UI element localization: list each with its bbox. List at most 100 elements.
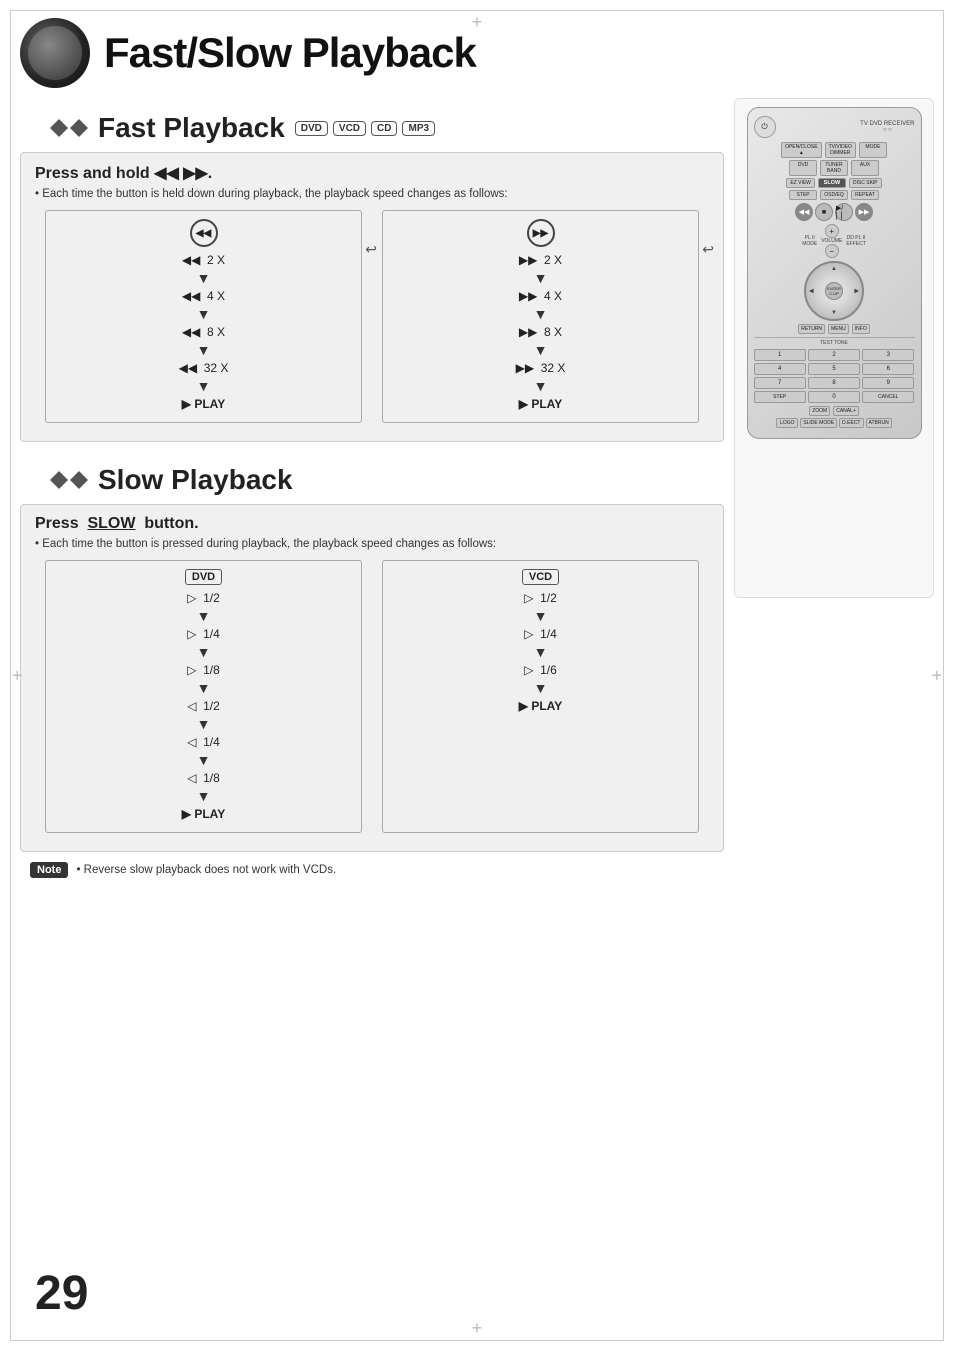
remote-btn-9[interactable]: 9: [862, 377, 914, 389]
fast-playback-section-header: Fast Playback DVD VCD CD MP3: [20, 104, 724, 152]
remote-ez-view-btn[interactable]: EZ VIEW: [786, 178, 815, 188]
remote-slow-btn[interactable]: SLOW: [818, 178, 846, 188]
dvd-badge: DVD: [185, 569, 222, 585]
slow-dvd-step-3: ▷ 1/8: [54, 663, 353, 677]
remote-disc-skip-btn[interactable]: DISC SKIP: [849, 178, 882, 188]
remote-tv-video-btn[interactable]: TV/VIDEODIMMER: [825, 142, 856, 158]
crosshair-right: +: [931, 665, 942, 686]
slow-vcd-col: VCD ▷ 1/2 ▼ ▷ 1/4 ▼ ▷ 1/6 ▼ ▶ PLAY: [382, 560, 699, 833]
remote-open-close-btn[interactable]: OPEN/CLOSE▲: [781, 142, 822, 158]
rewind-arrow-4: ▼: [54, 378, 353, 394]
remote-vol-down-btn[interactable]: −: [825, 244, 839, 258]
forward-arrow-1: ▼: [391, 270, 690, 286]
forward-step-2: ▶▶ 4 X: [391, 289, 690, 303]
slow-playback-diagram: DVD ▷ 1/2 ▼ ▷ 1/4 ▼ ▷ 1/8 ▼ ◁ 1/2 ▼ ◁ 1/…: [35, 552, 709, 841]
remote-stop-btn[interactable]: ■: [815, 203, 833, 221]
slow-dvd-step-5: ◁ 1/4: [54, 735, 353, 749]
slow-playback-icon: [50, 471, 88, 489]
slow-playback-section-header: Slow Playback: [20, 456, 724, 504]
remote-btn-2[interactable]: 2: [808, 349, 860, 361]
remote-btn-6[interactable]: 6: [862, 363, 914, 375]
remote-mode-btn[interactable]: MODE: [859, 142, 887, 158]
slow-vcd-step-1: ▷ 1/2: [391, 591, 690, 605]
remote-logo-btn[interactable]: LOGO: [776, 418, 798, 428]
remote-step-btn[interactable]: STEP: [789, 190, 817, 200]
remote-vol-up-btn[interactable]: +: [825, 224, 839, 238]
rewind-diagram-col: ◀◀ ◀◀ 2 X ▼ ◀◀ 4 X ▼ ◀◀ 8 X ▼ ◀◀ 32 X ▼ …: [45, 210, 362, 423]
remote-atbrun-btn[interactable]: ATBRUN: [866, 418, 892, 428]
crosshair-left: +: [12, 665, 23, 686]
remote-volume-label: PL IIMODE: [802, 235, 817, 247]
remote-rewind-btn[interactable]: ◀◀: [795, 203, 813, 221]
remote-tuner-btn[interactable]: TUNERBAND: [820, 160, 848, 176]
forward-arrow-4: ▼: [391, 378, 690, 394]
remote-circle-nav[interactable]: ▲ ▼ ◀ ▶ ENTERC.UP: [804, 261, 864, 321]
slow-playback-instruction-box: Press SLOW button. • Each time the butto…: [20, 504, 724, 852]
forward-diagram-col: ▶▶ ▶▶ 2 X ▼ ▶▶ 4 X ▼ ▶▶ 8 X ▼ ▶▶ 32 X ▼ …: [382, 210, 699, 423]
fast-instruction-sub: • Each time the button is held down duri…: [35, 188, 709, 200]
remote-btn-8[interactable]: 8: [808, 377, 860, 389]
remote-canal-btn[interactable]: CANAL+: [833, 406, 859, 416]
remote-info-btn[interactable]: INFO: [852, 324, 870, 334]
remote-btn-3[interactable]: 3: [862, 349, 914, 361]
slow-dvd-step-4: ◁ 1/2: [54, 699, 353, 713]
rewind-arrow-1: ▼: [54, 270, 353, 286]
remote-row-3: EZ VIEW SLOW DISC SKIP: [754, 178, 915, 188]
remote-slide-mode-btn[interactable]: SLIDE MODE: [800, 418, 837, 428]
left-panel: Fast Playback DVD VCD CD MP3 Press and h…: [20, 98, 724, 888]
remote-btn-7[interactable]: 7: [754, 377, 806, 389]
remote-row-1: OPEN/CLOSE▲ TV/VIDEODIMMER MODE: [754, 142, 915, 158]
remote-label-tv: TV DVD RECEIVER○ ○: [860, 121, 914, 133]
remote-btn-5[interactable]: 5: [808, 363, 860, 375]
remote-zoom-btn[interactable]: ZOOM: [809, 406, 830, 416]
remote-menu-btn[interactable]: MENU: [828, 324, 849, 334]
remote-power-button[interactable]: ⏻: [754, 116, 776, 138]
rewind-play: ▶ PLAY: [54, 397, 353, 411]
fast-playback-icon: [50, 119, 88, 137]
note-label: Note: [30, 862, 68, 878]
remote-return-btn[interactable]: RETURN: [798, 324, 825, 334]
remote-nav-right[interactable]: ▶: [854, 288, 859, 295]
remote-d-eect-btn[interactable]: D.EECT: [839, 418, 863, 428]
remote-nav-left[interactable]: ◀: [809, 288, 814, 295]
remote-bottom-row-2: LOGO SLIDE MODE D.EECT ATBRUN: [754, 418, 915, 428]
remote-dvd-btn[interactable]: DVD: [789, 160, 817, 176]
slow-vcd-step-2: ▷ 1/4: [391, 627, 690, 641]
slow-vcd-step-3: ▷ 1/6: [391, 663, 690, 677]
remote-btn-step[interactable]: STEP: [754, 391, 806, 403]
right-panel: ⏻ TV DVD RECEIVER○ ○ OPEN/CLOSE▲ TV/VIDE…: [734, 98, 934, 888]
remote-nav-up[interactable]: ▲: [831, 266, 837, 272]
slow-vcd-play: ▶ PLAY: [391, 699, 690, 713]
remote-fast-forward-btn[interactable]: ▶▶: [855, 203, 873, 221]
remote-repeat-btn[interactable]: REPEAT: [851, 190, 879, 200]
remote-top: ⏻ TV DVD RECEIVER○ ○: [754, 116, 915, 138]
slow-dvd-step-1: ▷ 1/2: [54, 591, 353, 605]
slow-playback-title: Slow Playback: [98, 464, 293, 496]
forward-step-3: ▶▶ 8 X: [391, 325, 690, 339]
fast-playback-instruction-box: Press and hold ◀◀ ▶▶. • Each time the bu…: [20, 152, 724, 442]
remote-btn-4[interactable]: 4: [754, 363, 806, 375]
page-number: 29: [35, 1266, 88, 1321]
forward-step-1: ▶▶ 2 X: [391, 253, 690, 267]
remote-aux-btn[interactable]: AUX: [851, 160, 879, 176]
remote-enter-btn[interactable]: ENTERC.UP: [825, 282, 843, 300]
remote-bottom-row-1: ZOOM CANAL+: [754, 406, 915, 416]
remote-osd-btn[interactable]: OSD/EQ: [820, 190, 848, 200]
remote-play-pause-btn[interactable]: ▶/▏▏: [835, 203, 853, 221]
remote-btn-0[interactable]: 0: [808, 391, 860, 403]
rewind-loop-arrow: ↩: [365, 241, 377, 258]
slow-dvd-play: ▶ PLAY: [54, 807, 353, 821]
remote-row-2: DVD TUNERBAND AUX: [754, 160, 915, 176]
remote-btn-1[interactable]: 1: [754, 349, 806, 361]
remote-row-4: STEP OSD/EQ REPEAT: [754, 190, 915, 200]
badge-cd: CD: [371, 121, 397, 136]
remote-btn-cancel[interactable]: CANCEL: [862, 391, 914, 403]
remote-container: ⏻ TV DVD RECEIVER○ ○ OPEN/CLOSE▲ TV/VIDE…: [734, 98, 934, 598]
badge-mp3: MP3: [402, 121, 435, 136]
vcd-badge: VCD: [522, 569, 559, 585]
slow-instruction-title: Press SLOW button.: [35, 515, 709, 533]
main-content: Fast Playback DVD VCD CD MP3 Press and h…: [0, 98, 954, 888]
remote-nav-down[interactable]: ▼: [831, 310, 837, 316]
badge-vcd: VCD: [333, 121, 366, 136]
header-logo: [20, 18, 90, 88]
